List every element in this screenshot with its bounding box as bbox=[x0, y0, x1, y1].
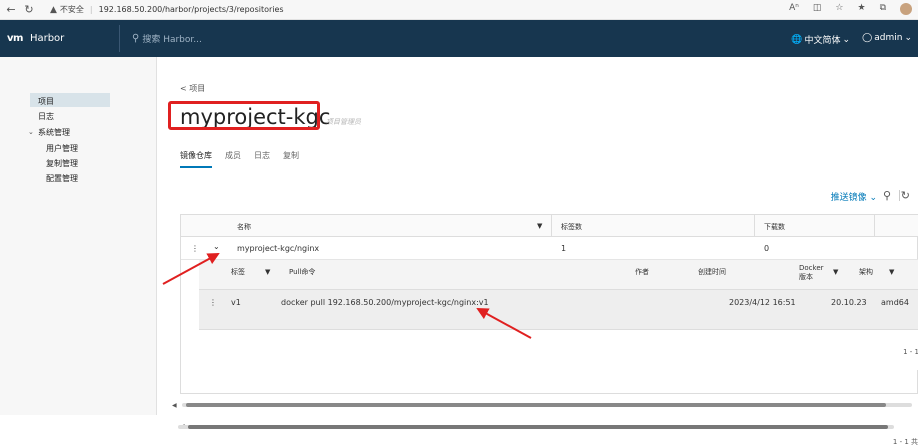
security-label[interactable]: 不安全 bbox=[60, 4, 84, 15]
header-divider bbox=[119, 25, 120, 52]
tab-logs[interactable]: 日志 bbox=[254, 150, 270, 168]
main-content: < 项目 myproject-kgc 项目管理员 镜像仓库 成员 日志 复制 推… bbox=[158, 57, 918, 446]
tab-bar: 镜像仓库 成员 日志 复制 bbox=[180, 150, 299, 168]
read-aloud-icon[interactable]: Aⁿ bbox=[789, 3, 799, 15]
column-header-arch[interactable]: 架构 bbox=[859, 268, 873, 277]
chevron-down-icon[interactable]: ⌄ bbox=[28, 128, 34, 136]
filter-icon[interactable]: ▼ bbox=[889, 268, 894, 277]
grid-pagination: 1 - 1 共 bbox=[892, 438, 918, 446]
sidebar-item-replication[interactable]: 复制管理 bbox=[46, 158, 78, 169]
back-link[interactable]: < 项目 bbox=[180, 83, 205, 94]
detail-pagination: 1 - 1 bbox=[903, 348, 918, 356]
column-header-pulls[interactable]: 下载数 bbox=[764, 222, 785, 232]
chevron-down-icon: ⌄ bbox=[842, 34, 850, 45]
app-header: vm Harbor ⚲ 搜索 Harbor... 🌐 中文简体 ⌄ ◯ admi… bbox=[0, 20, 918, 57]
vm-logo[interactable]: vm bbox=[7, 33, 23, 44]
row-actions-icon[interactable]: ⋮ bbox=[191, 244, 199, 253]
chevron-down-icon[interactable]: ⌄ bbox=[213, 242, 220, 251]
url-separator: | bbox=[89, 5, 93, 14]
sidebar-item-label: 配置管理 bbox=[46, 174, 78, 183]
global-search[interactable]: ⚲ 搜索 Harbor... bbox=[132, 32, 202, 45]
tab-repositories[interactable]: 镜像仓库 bbox=[180, 150, 212, 168]
sidebar-item-logs[interactable]: 日志 bbox=[38, 111, 54, 122]
pull-count: 0 bbox=[764, 244, 770, 253]
reload-icon[interactable]: ↻ bbox=[22, 3, 36, 17]
sidebar: 项目 日志 ⌄ 系统管理 用户管理 复制管理 配置管理 bbox=[0, 57, 157, 415]
annotation-box bbox=[168, 101, 320, 130]
row-actions-icon[interactable]: ⋮ bbox=[209, 298, 217, 307]
favorites-bar-icon[interactable]: ★ bbox=[857, 3, 865, 15]
filter-icon[interactable]: ▼ bbox=[537, 222, 542, 230]
detail-scrollbar[interactable]: ◀ bbox=[178, 423, 894, 430]
tag-row[interactable]: ⋮ v1 docker pull 192.168.50.200/myprojec… bbox=[199, 290, 918, 330]
architecture: amd64 bbox=[881, 298, 909, 307]
browser-icons: Aⁿ ◫ ☆ ★ ⧉ bbox=[789, 3, 912, 15]
page-scrollbar[interactable]: ◀ bbox=[172, 402, 916, 409]
tag-detail-grid: 标签 ▼ Pull命令 作者 创建时间 Docker 版本 ▼ 架构 ▼ ⋮ v… bbox=[199, 260, 918, 370]
column-header-tags[interactable]: 标签数 bbox=[561, 222, 582, 232]
sidebar-item-config[interactable]: 配置管理 bbox=[46, 173, 78, 184]
sidebar-item-label: 复制管理 bbox=[46, 159, 78, 168]
refresh-icon[interactable]: ↻ bbox=[901, 189, 910, 202]
sidebar-item-label: 系统管理 bbox=[38, 128, 70, 137]
column-header-name[interactable]: 名称 bbox=[237, 222, 251, 232]
search-icon[interactable]: ⚲ bbox=[883, 189, 891, 202]
sidebar-item-users[interactable]: 用户管理 bbox=[46, 143, 78, 154]
filter-icon[interactable]: ▼ bbox=[265, 268, 270, 277]
back-icon[interactable]: ← bbox=[4, 3, 18, 17]
grid-header: 名称 ▼ 标签数 下载数 bbox=[181, 215, 918, 237]
profile-avatar[interactable] bbox=[900, 3, 912, 15]
repository-grid: 名称 ▼ 标签数 下载数 ⋮ ⌄ myproject-kgc/nginx 1 0… bbox=[180, 214, 918, 394]
favorite-icon[interactable]: ☆ bbox=[835, 3, 843, 15]
brand-name[interactable]: Harbor bbox=[30, 33, 64, 44]
sidebar-item-label: 日志 bbox=[38, 112, 54, 121]
column-header-pull-command[interactable]: Pull命令 bbox=[289, 268, 315, 277]
created-time: 2023/4/12 16:51 bbox=[729, 298, 796, 307]
warning-icon[interactable]: ▲ bbox=[50, 5, 57, 15]
column-divider bbox=[551, 215, 552, 237]
split-screen-icon[interactable]: ◫ bbox=[813, 3, 822, 15]
column-header-docker-version[interactable]: Docker 版本 bbox=[799, 264, 829, 282]
language-label: 中文简体 bbox=[804, 36, 841, 46]
scrollbar-thumb[interactable] bbox=[188, 425, 888, 429]
column-header-author[interactable]: 作者 bbox=[635, 268, 649, 277]
repo-name-link[interactable]: myproject-kgc/nginx bbox=[237, 244, 319, 253]
column-header-created[interactable]: 创建时间 bbox=[698, 268, 726, 277]
tab-replication[interactable]: 复制 bbox=[283, 150, 299, 168]
sidebar-item-label: 项目 bbox=[38, 97, 54, 106]
tag-name[interactable]: v1 bbox=[231, 298, 241, 307]
user-name: admin bbox=[874, 33, 903, 43]
column-header-tag[interactable]: 标签 bbox=[231, 268, 245, 277]
language-selector[interactable]: 🌐 中文简体 ⌄ bbox=[791, 33, 850, 47]
globe-icon: 🌐 bbox=[791, 34, 803, 45]
collections-icon[interactable]: ⧉ bbox=[880, 3, 886, 15]
tab-members[interactable]: 成员 bbox=[225, 150, 241, 168]
search-input[interactable]: 搜索 Harbor... bbox=[142, 32, 202, 45]
scrollbar-thumb[interactable] bbox=[186, 403, 886, 407]
address-bar[interactable]: 192.168.50.200/harbor/projects/3/reposit… bbox=[99, 5, 284, 14]
push-image-button[interactable]: 推送镜像 ⌄ bbox=[831, 190, 877, 203]
docker-version: 20.10.23 bbox=[831, 298, 867, 307]
sidebar-item-label: 用户管理 bbox=[46, 144, 78, 153]
user-icon: ◯ bbox=[862, 33, 873, 43]
browser-toolbar: ← ↻ ▲ 不安全 | 192.168.50.200/harbor/projec… bbox=[0, 0, 918, 20]
pull-command[interactable]: docker pull 192.168.50.200/myproject-kgc… bbox=[281, 298, 489, 307]
detail-header: 标签 ▼ Pull命令 作者 创建时间 Docker 版本 ▼ 架构 ▼ bbox=[199, 260, 918, 290]
sidebar-item-projects[interactable]: 项目 bbox=[30, 93, 110, 107]
chevron-down-icon: ⌄ bbox=[904, 33, 912, 43]
scroll-left-icon[interactable]: ◀ bbox=[172, 402, 177, 409]
table-row[interactable]: ⋮ ⌄ myproject-kgc/nginx 1 0 bbox=[181, 237, 918, 260]
tag-count: 1 bbox=[561, 244, 567, 253]
role-label: 项目管理员 bbox=[326, 118, 361, 126]
user-menu[interactable]: ◯ admin ⌄ bbox=[862, 33, 912, 43]
push-image-label: 推送镜像 bbox=[830, 193, 867, 203]
filter-icon[interactable]: ▼ bbox=[833, 268, 838, 277]
column-divider bbox=[874, 215, 875, 237]
sidebar-item-admin[interactable]: 系统管理 bbox=[38, 127, 70, 138]
column-divider bbox=[754, 215, 755, 237]
search-icon: ⚲ bbox=[132, 33, 140, 44]
